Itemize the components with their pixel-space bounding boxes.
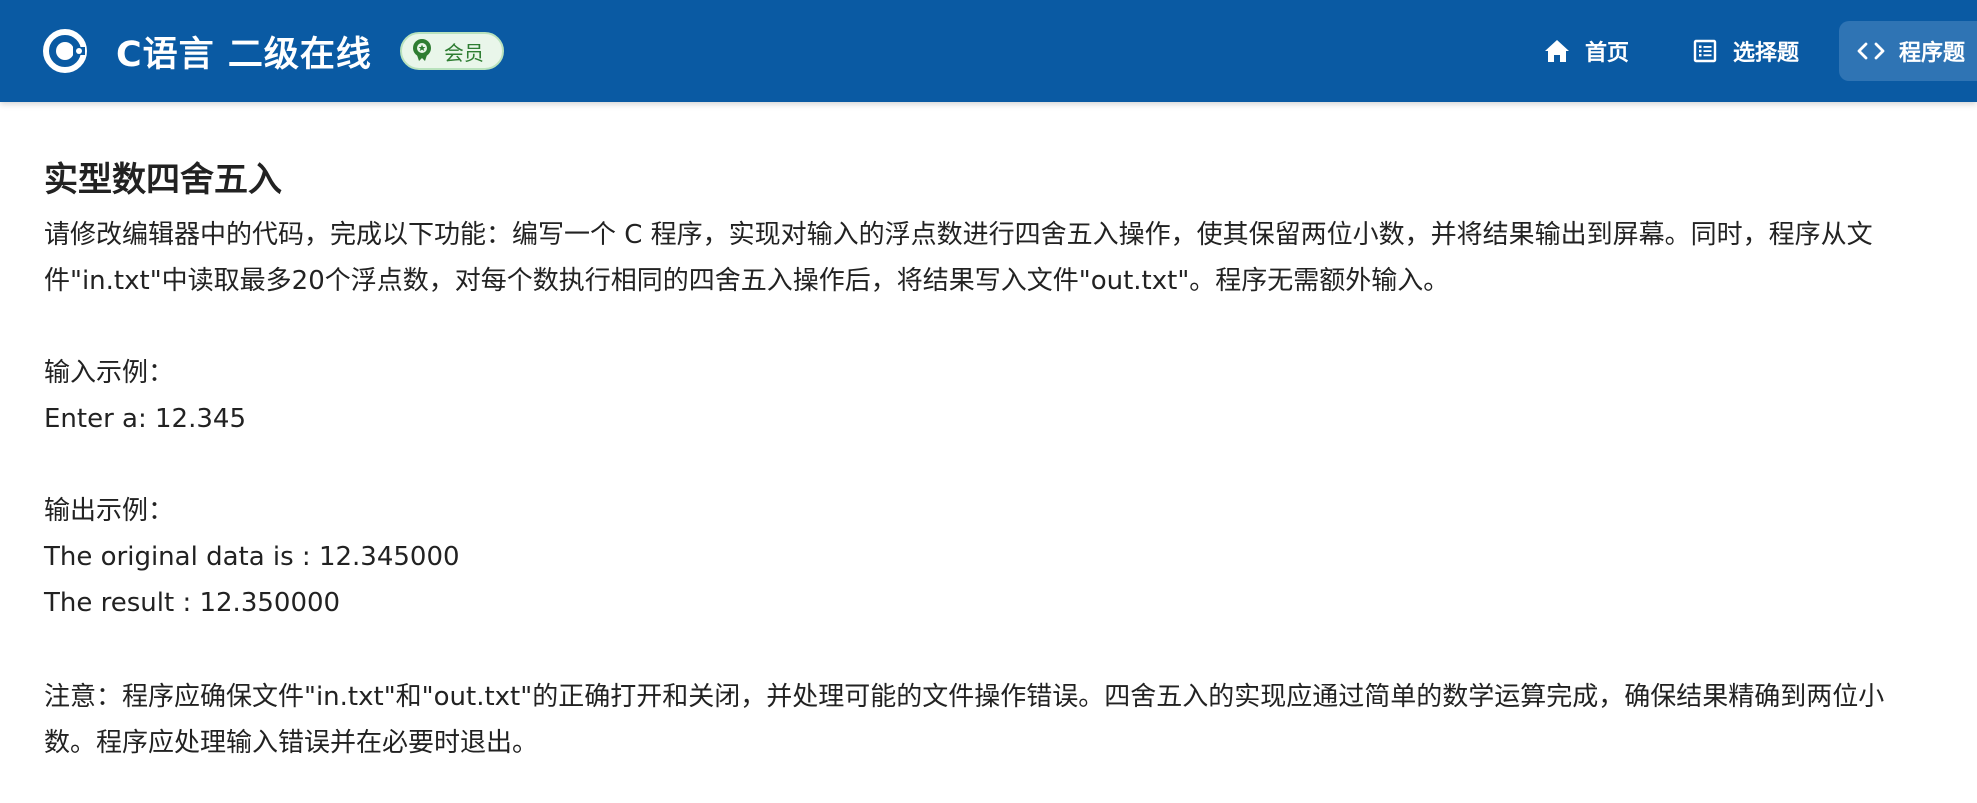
problem-title: 实型数四舍五入 xyxy=(44,160,282,200)
c-logo-icon xyxy=(42,28,88,74)
output-example-line: The original data is : 12.345000 xyxy=(44,542,460,572)
input-example-label: 输入示例： xyxy=(44,358,175,388)
nav-item-program-questions[interactable]: 程序题 xyxy=(1838,21,1977,81)
problem-note: 注意：程序应确保文件"in.txt"和"out.txt"的正确打开和关闭，并处理… xyxy=(44,682,1885,758)
nav-item-program-label: 程序题 xyxy=(1898,41,1965,66)
award-icon xyxy=(410,37,434,65)
input-example-line: Enter a: 12.345 xyxy=(44,404,246,434)
main-nav: 首页 选择题 程序题 xyxy=(1525,0,1977,102)
brand[interactable]: C语言 二级在线 会员 xyxy=(42,0,504,102)
home-icon xyxy=(1543,37,1571,65)
nav-item-choice-questions[interactable]: 选择题 xyxy=(1673,21,1817,81)
output-example-label: 输出示例： xyxy=(44,496,175,526)
member-badge: 会员 xyxy=(399,32,504,70)
problem-description: 请修改编辑器中的代码，完成以下功能：编写一个 C 程序，实现对输入的浮点数进行四… xyxy=(44,220,1873,296)
code-icon xyxy=(1857,37,1885,65)
nav-item-home[interactable]: 首页 xyxy=(1525,21,1647,81)
nav-item-home-label: 首页 xyxy=(1584,41,1629,66)
output-example-line: The result : 12.350000 xyxy=(44,588,341,618)
nav-item-choice-label: 选择题 xyxy=(1732,41,1799,66)
top-navigation-bar: C语言 二级在线 会员 首页 选择题 程序题 xyxy=(0,0,1977,102)
list-icon xyxy=(1691,37,1719,65)
app-title: C语言 二级在线 xyxy=(116,34,372,75)
problem-content: 实型数四舍五入 请修改编辑器中的代码，完成以下功能：编写一个 C 程序，实现对输… xyxy=(44,150,1944,766)
member-badge-label: 会员 xyxy=(443,40,484,65)
